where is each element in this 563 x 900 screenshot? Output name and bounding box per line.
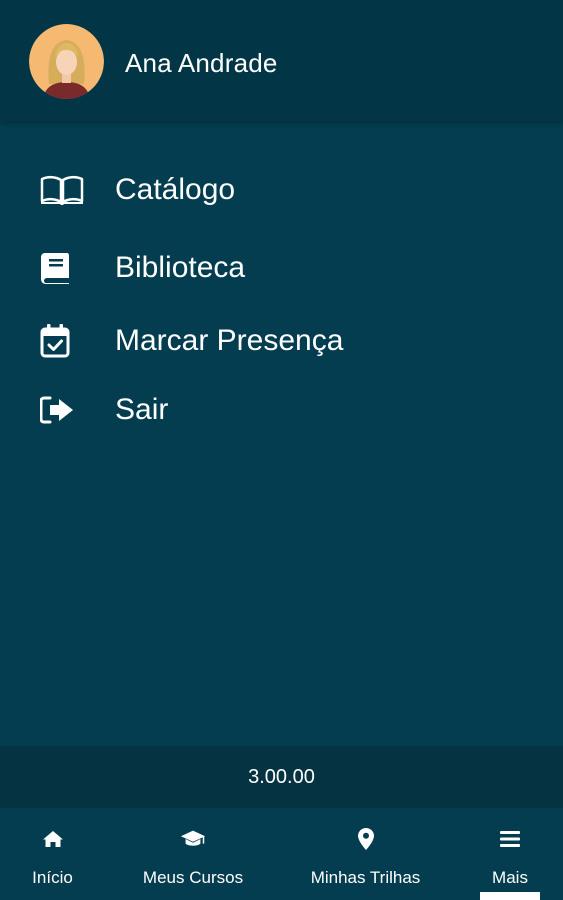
nav-tab-meus-cursos[interactable]: Meus Cursos: [130, 808, 256, 900]
nav-label: Mais: [492, 868, 528, 887]
active-tab-indicator: [480, 892, 540, 900]
menu-item-biblioteca[interactable]: Biblioteca: [0, 238, 563, 298]
app-root: Ana Andrade Catálogo Biblioteca Marcar P…: [0, 0, 563, 900]
map-marker-icon: [353, 826, 379, 852]
nav-label: Minhas Trilhas: [310, 868, 421, 887]
nav-tab-mais[interactable]: Mais: [480, 808, 540, 900]
nav-tab-inicio[interactable]: Início: [10, 808, 95, 900]
menu-item-catalogo[interactable]: Catálogo: [0, 160, 563, 220]
menu-item-marcar-presenca[interactable]: Marcar Presença: [0, 311, 563, 371]
menu-item-label: Marcar Presença: [115, 324, 344, 357]
home-icon: [40, 826, 66, 852]
menu-item-label: Sair: [115, 393, 169, 426]
user-name: Ana Andrade: [125, 48, 278, 78]
profile-header: Ana Andrade: [0, 0, 563, 121]
nav-tab-minhas-trilhas[interactable]: Minhas Trilhas: [300, 808, 431, 900]
app-version: 3.00.00: [248, 765, 315, 788]
menu-item-sair[interactable]: Sair: [0, 380, 563, 440]
graduation-cap-icon: [180, 826, 206, 852]
menu-item-label: Biblioteca: [115, 251, 246, 284]
nav-label: Início: [32, 868, 73, 887]
sign-out-icon: [40, 392, 84, 428]
user-avatar-icon: [29, 24, 104, 99]
book-icon: [40, 250, 84, 286]
avatar[interactable]: [29, 24, 104, 99]
nav-label: Meus Cursos: [142, 868, 244, 887]
menu-item-label: Catálogo: [115, 173, 236, 206]
bottom-navigation: Início Meus Cursos Minhas Trilhas Mais: [0, 808, 563, 900]
open-book-icon: [40, 172, 84, 208]
calendar-check-icon: [40, 323, 84, 359]
menu-bars-icon: [497, 826, 523, 852]
version-bar: 3.00.00: [0, 746, 563, 808]
